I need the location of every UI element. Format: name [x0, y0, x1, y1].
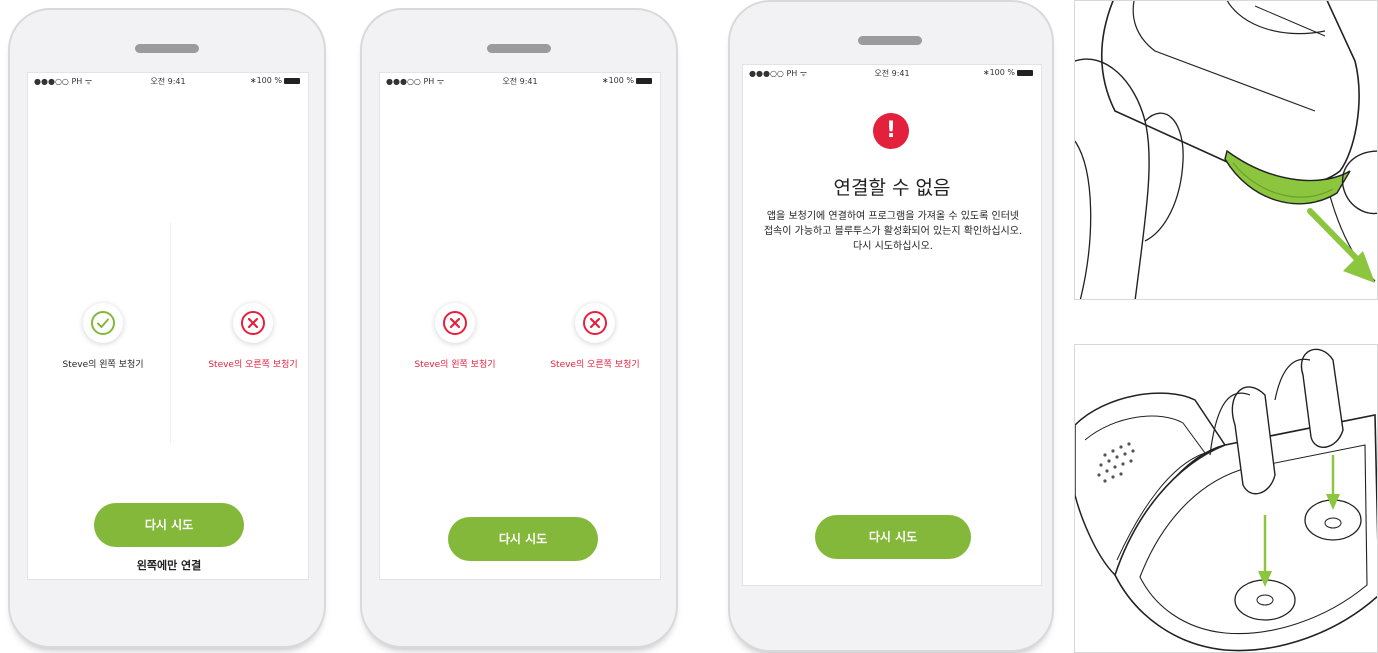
right-hearing-aid-label: Steve의 오른쪽 보청기 — [550, 360, 640, 370]
battery-text: ∗100 % — [601, 76, 634, 85]
status-bar: ●●●○○ PH ᯤ 오전 9:41 ∗100 % — [380, 73, 660, 87]
left-hearing-aid-label: Steve의 왼쪽 보청기 — [62, 360, 144, 370]
device-divider — [170, 223, 171, 443]
battery-text: ∗100 % — [982, 68, 1015, 77]
retry-button[interactable]: 다시 시도 — [815, 515, 971, 559]
phone-speaker — [858, 36, 922, 45]
phone-speaker — [487, 44, 551, 53]
check-icon — [83, 303, 123, 343]
battery-icon — [1017, 69, 1033, 76]
status-bar: ●●●○○ PH ᯤ 오전 9:41 ∗100 % — [743, 65, 1041, 79]
right-hearing-aid-label: Steve의 오른쪽 보청기 — [208, 360, 298, 370]
left-hearing-aid-label: Steve의 왼쪽 보청기 — [414, 360, 496, 370]
charger-illustration — [1074, 344, 1378, 653]
phone-frame-3: ●●●○○ PH ᯤ 오전 9:41 ∗100 % ! 연결할 수 없음 앱을 … — [728, 0, 1054, 652]
right-hearing-aid-status: Steve의 오른쪽 보청기 — [188, 303, 308, 370]
battery-door-illustration — [1074, 0, 1378, 300]
error-title: 연결할 수 없음 — [833, 177, 951, 199]
connect-left-only-link[interactable]: 왼쪽에만 연결 — [88, 557, 250, 573]
phone-screen-2: ●●●○○ PH ᯤ 오전 9:41 ∗100 % Steve의 왼쪽 보청기 … — [379, 72, 661, 580]
cross-icon — [233, 303, 273, 343]
left-hearing-aid-status: Steve의 왼쪽 보청기 — [38, 303, 168, 370]
cross-icon — [575, 303, 615, 343]
phone-speaker — [135, 44, 199, 53]
battery-indicator: ∗100 % — [983, 68, 1033, 77]
right-hearing-aid-status: Steve의 오른쪽 보청기 — [530, 303, 660, 370]
battery-text: ∗100 % — [249, 76, 282, 85]
phone-screen-1: ●●●○○ PH ᯤ 오전 9:41 ∗100 % Steve의 왼쪽 보청기 … — [27, 72, 309, 580]
alert-icon: ! — [873, 113, 909, 149]
left-hearing-aid-status: Steve의 왼쪽 보청기 — [390, 303, 520, 370]
retry-button[interactable]: 다시 시도 — [448, 517, 598, 561]
battery-indicator: ∗100 % — [250, 76, 300, 85]
hearing-aid-icon — [1075, 1, 1377, 299]
battery-icon — [636, 77, 652, 84]
battery-indicator: ∗100 % — [602, 76, 652, 85]
cross-icon — [435, 303, 475, 343]
phone-screen-3: ●●●○○ PH ᯤ 오전 9:41 ∗100 % ! 연결할 수 없음 앱을 … — [742, 64, 1042, 586]
error-message: 앱을 보청기에 연결하여 프로그램을 가져올 수 있도록 인터넷 접속이 가능하… — [763, 211, 1023, 252]
retry-button[interactable]: 다시 시도 — [94, 503, 244, 547]
phone-frame-1: ●●●○○ PH ᯤ 오전 9:41 ∗100 % Steve의 왼쪽 보청기 … — [8, 8, 326, 648]
charger-case-icon — [1075, 348, 1377, 652]
status-bar: ●●●○○ PH ᯤ 오전 9:41 ∗100 % — [28, 73, 308, 87]
battery-icon — [284, 77, 300, 84]
phone-frame-2: ●●●○○ PH ᯤ 오전 9:41 ∗100 % Steve의 왼쪽 보청기 … — [360, 8, 678, 648]
